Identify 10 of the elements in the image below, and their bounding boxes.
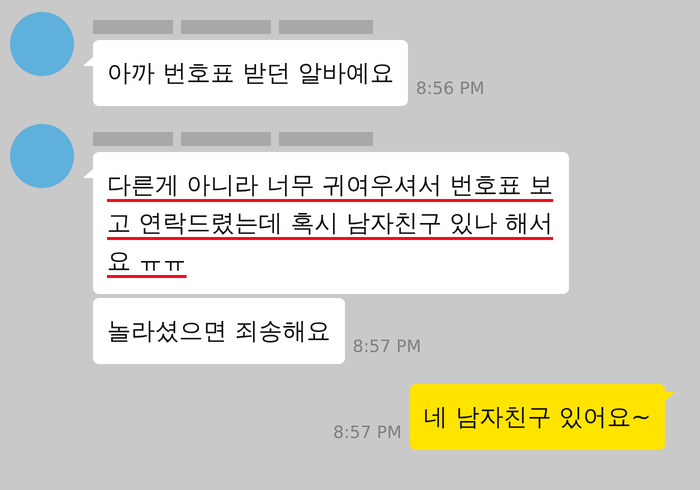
bubble-tail-icon bbox=[83, 56, 94, 66]
timestamp: 8:57 PM bbox=[333, 422, 402, 444]
timestamp: 8:57 PM bbox=[352, 336, 422, 358]
bubble-tail-icon bbox=[83, 168, 94, 178]
timestamp: 8:56 PM bbox=[416, 78, 484, 100]
message-bubble: 네 남자친구 있어요~ bbox=[410, 384, 665, 450]
bubble-tail-icon bbox=[664, 392, 675, 402]
message-bubble: 놀라셨으면 죄송해요 bbox=[93, 298, 345, 364]
message-bubble: 아까 번호표 받던 알바예요 bbox=[93, 40, 408, 106]
message-bubble: 다른게 아니라 너무 귀여우셔서 번호표 보고 연락드렸는데 혹시 남자친구 있나 해서요 ㅠㅠ bbox=[93, 152, 569, 294]
